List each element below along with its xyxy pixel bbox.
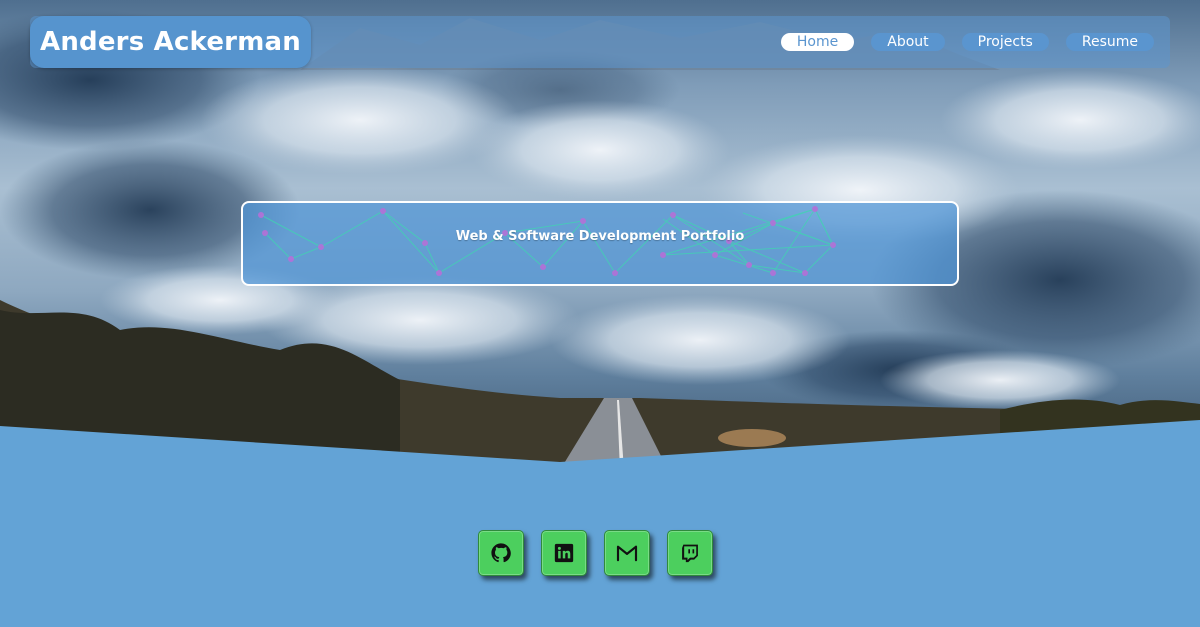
nav-resume[interactable]: Resume bbox=[1065, 33, 1154, 51]
hero-title: Web & Software Development Portfolio bbox=[455, 229, 745, 244]
github-icon bbox=[491, 543, 511, 563]
gmail-link-button[interactable] bbox=[604, 530, 650, 576]
gmail-icon bbox=[616, 545, 638, 562]
twitch-link-button[interactable] bbox=[667, 530, 713, 576]
nav-about[interactable]: About bbox=[871, 33, 945, 51]
nav-home[interactable]: Home bbox=[780, 33, 855, 51]
nav-projects[interactable]: Projects bbox=[961, 33, 1049, 51]
twitch-icon bbox=[682, 544, 698, 563]
portfolio-page: Anders Ackerman Home About Projects Resu… bbox=[0, 0, 1200, 627]
hero-banner: Web & Software Development Portfolio bbox=[241, 201, 959, 286]
github-link-button[interactable] bbox=[478, 530, 524, 576]
section-divider-shape bbox=[0, 420, 1200, 627]
social-links bbox=[478, 530, 713, 576]
site-logo[interactable]: Anders Ackerman bbox=[30, 16, 311, 68]
linkedin-icon bbox=[554, 543, 574, 563]
main-navigation: Home About Projects Resume bbox=[780, 33, 1154, 51]
linkedin-link-button[interactable] bbox=[541, 530, 587, 576]
brand-name: Anders Ackerman bbox=[40, 27, 301, 57]
